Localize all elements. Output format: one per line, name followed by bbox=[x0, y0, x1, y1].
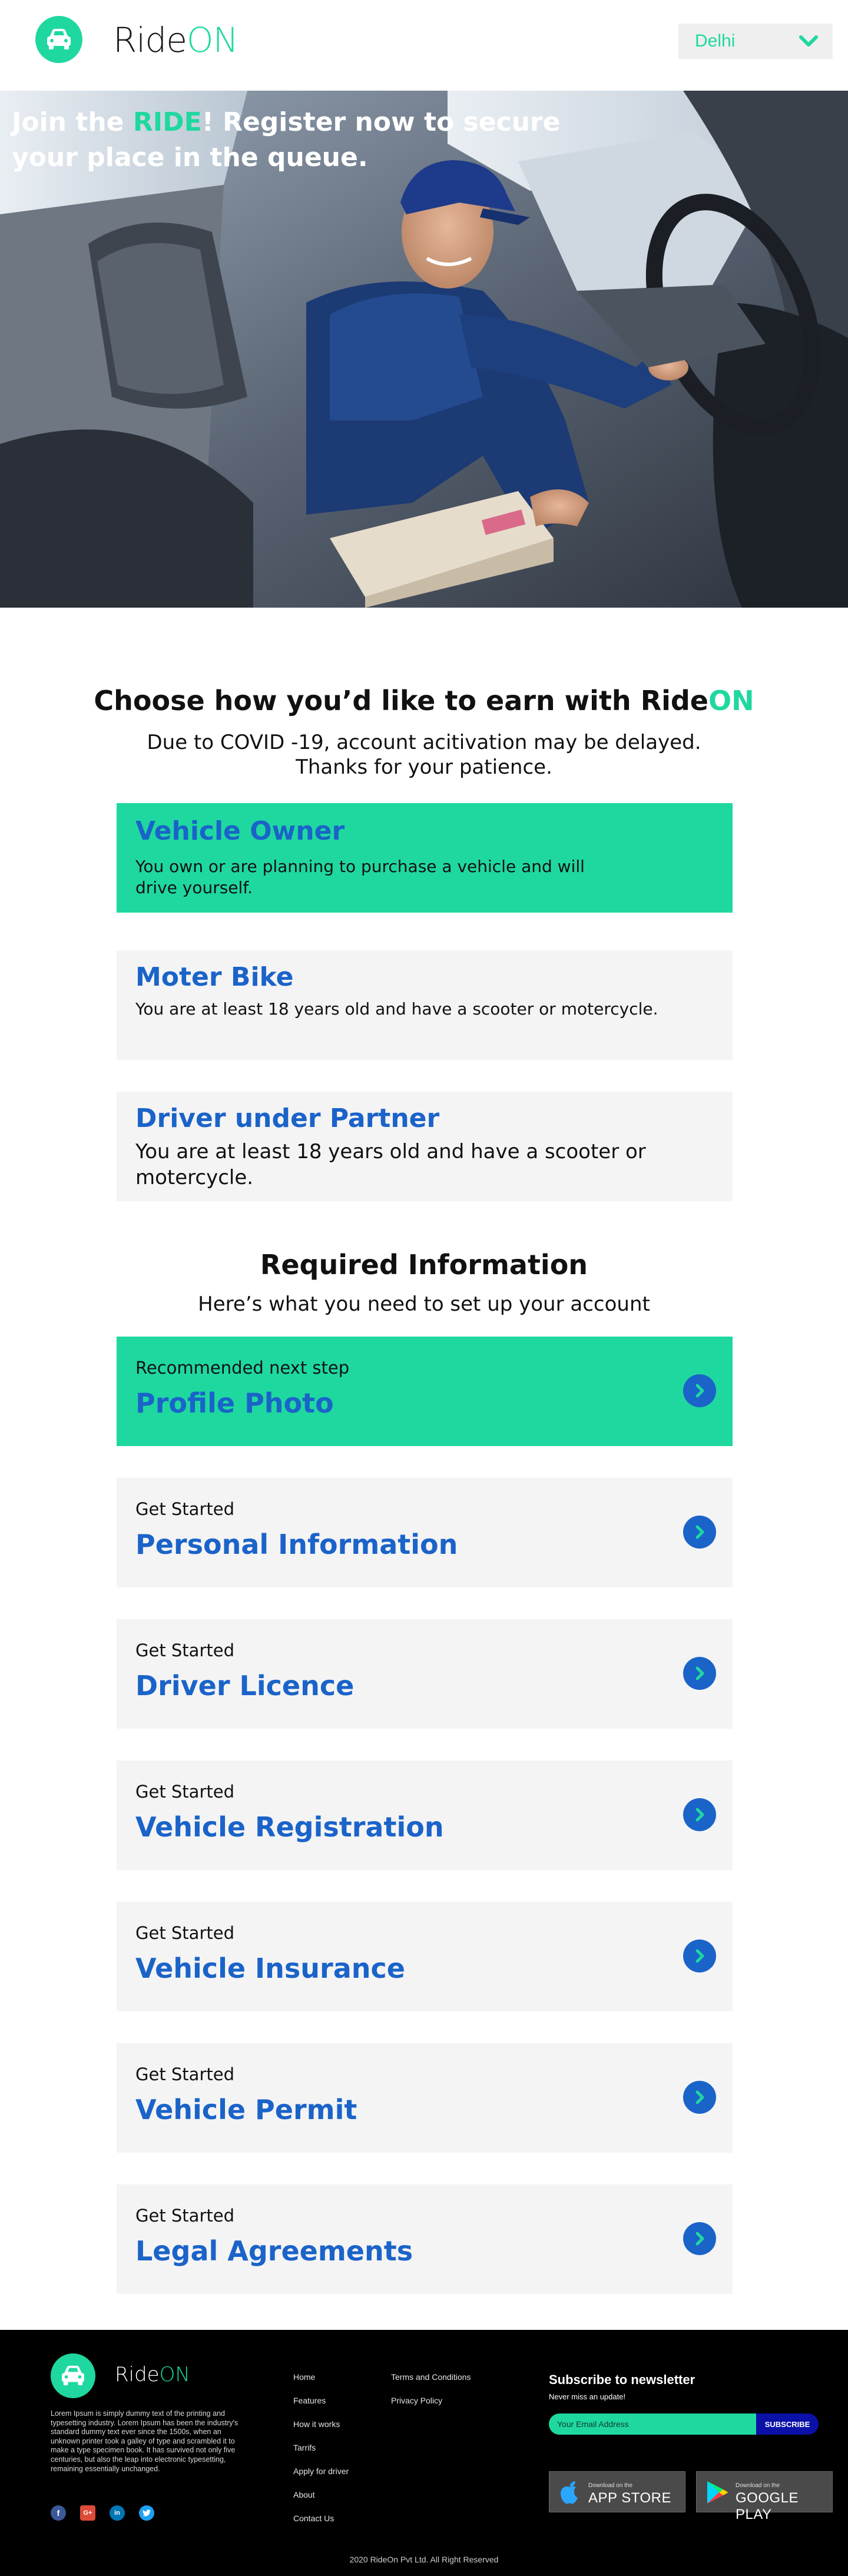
newsletter-subtitle: Never miss an update! bbox=[549, 2392, 626, 2401]
required-title: Required Information bbox=[260, 1249, 588, 1281]
step-label: Get Started bbox=[135, 1499, 234, 1519]
hero-title-accent: RIDE bbox=[132, 107, 202, 137]
site-footer: RideON Lorem Ipsum is simply dummy text … bbox=[0, 2330, 848, 2576]
google-play-big-text: GOOGLE PLAY bbox=[736, 2490, 799, 2522]
earn-option-title: Driver under Partner bbox=[135, 1103, 440, 1133]
step-vehicle-insurance[interactable]: Get Started Vehicle Insurance bbox=[117, 1902, 733, 2011]
subscribe-button[interactable]: SUBSCRIBE bbox=[756, 2413, 819, 2435]
earn-option-title: Moter Bike bbox=[135, 962, 294, 992]
footer-link-how-it-works[interactable]: How it works bbox=[293, 2419, 340, 2429]
app-store-small-text: Download on the bbox=[588, 2482, 633, 2489]
google-play-button[interactable]: Download on the GOOGLE PLAY bbox=[696, 2471, 833, 2522]
earn-option-driver-under-partner[interactable]: Driver under Partner You are at least 18… bbox=[117, 1092, 733, 1201]
newsletter-title: Subscribe to newsletter bbox=[549, 2372, 695, 2387]
chevron-right-icon[interactable] bbox=[683, 1374, 716, 1407]
step-title: Personal Information bbox=[135, 1529, 458, 1560]
chevron-down-icon bbox=[799, 35, 818, 47]
footer-link-tarrifs[interactable]: Tarrifs bbox=[293, 2443, 316, 2452]
earn-title-prefix: Choose how you’d like to earn with Ride bbox=[94, 685, 709, 717]
app-store-big-text: APP STORE bbox=[588, 2490, 671, 2506]
step-label: Get Started bbox=[135, 2064, 234, 2084]
footer-link-home[interactable]: Home bbox=[293, 2372, 315, 2382]
twitter-icon[interactable] bbox=[139, 2505, 154, 2521]
step-title: Legal Agreements bbox=[135, 2235, 413, 2267]
step-profile-photo[interactable]: Recommended next step Profile Photo bbox=[117, 1337, 733, 1446]
step-label: Recommended next step bbox=[135, 1358, 350, 1378]
required-subtitle: Here’s what you need to set up your acco… bbox=[198, 1292, 650, 1316]
footer-link-about[interactable]: About bbox=[293, 2490, 315, 2499]
step-personal-information[interactable]: Get Started Personal Information bbox=[117, 1478, 733, 1587]
earn-option-title: Vehicle Owner bbox=[135, 816, 345, 846]
site-header: RideON Delhi bbox=[0, 0, 848, 91]
step-vehicle-permit[interactable]: Get Started Vehicle Permit bbox=[117, 2043, 733, 2153]
footer-link-terms[interactable]: Terms and Conditions bbox=[391, 2372, 471, 2382]
hero-banner: Join the RIDE! Register now to secure yo… bbox=[0, 91, 848, 608]
hero-title-part1: Join the bbox=[12, 107, 133, 137]
step-title: Driver Licence bbox=[135, 1670, 355, 1702]
step-title: Vehicle Registration bbox=[135, 1811, 444, 1843]
brand-name[interactable]: RideON bbox=[113, 21, 238, 59]
brand-prefix: Ride bbox=[113, 20, 187, 60]
step-title: Profile Photo bbox=[135, 1387, 334, 1419]
earn-title-accent: ON bbox=[708, 685, 754, 717]
earn-subtitle-line1: Due to COVID -19, account acitivation ma… bbox=[147, 731, 701, 754]
footer-brand-suffix: ON bbox=[159, 2363, 190, 2386]
copyright-text: 2020 RideOn Pvt Ltd. All Right Reserved bbox=[349, 2555, 499, 2564]
city-selected-value: Delhi bbox=[695, 31, 736, 51]
step-label: Get Started bbox=[135, 1640, 234, 1660]
hero-title: Join the RIDE! Register now to secure yo… bbox=[12, 105, 612, 175]
step-label: Get Started bbox=[135, 1782, 234, 1802]
chevron-right-icon[interactable] bbox=[683, 2222, 716, 2255]
city-select[interactable]: Delhi bbox=[678, 24, 833, 59]
car-logo-icon[interactable] bbox=[35, 16, 82, 63]
footer-link-privacy[interactable]: Privacy Policy bbox=[391, 2396, 442, 2405]
footer-link-features[interactable]: Features bbox=[293, 2396, 326, 2405]
app-store-button[interactable]: Download on the APP STORE bbox=[549, 2471, 685, 2512]
chevron-right-icon[interactable] bbox=[683, 1516, 716, 1549]
step-vehicle-registration[interactable]: Get Started Vehicle Registration bbox=[117, 1761, 733, 1870]
facebook-icon[interactable]: f bbox=[51, 2505, 66, 2521]
step-label: Get Started bbox=[135, 1923, 234, 1943]
earn-option-vehicle-owner[interactable]: Vehicle Owner You own or are planning to… bbox=[117, 803, 733, 913]
footer-link-apply-for-driver[interactable]: Apply for driver bbox=[293, 2466, 349, 2476]
step-label: Get Started bbox=[135, 2206, 234, 2226]
footer-about-text: Lorem Ipsum is simply dummy text of the … bbox=[51, 2409, 238, 2473]
footer-link-contact-us[interactable]: Contact Us bbox=[293, 2514, 334, 2523]
step-title: Vehicle Insurance bbox=[135, 1952, 405, 1984]
earn-option-moter-bike[interactable]: Moter Bike You are at least 18 years old… bbox=[117, 950, 733, 1060]
google-plus-icon[interactable]: G+ bbox=[80, 2505, 95, 2521]
earn-subtitle-line2: Thanks for your patience. bbox=[296, 755, 552, 779]
earn-title: Choose how you’d like to earn with RideO… bbox=[0, 684, 848, 717]
step-driver-licence[interactable]: Get Started Driver Licence bbox=[117, 1619, 733, 1729]
apple-icon bbox=[561, 2481, 578, 2504]
brand-suffix: ON bbox=[186, 20, 238, 60]
earn-subtitle: Due to COVID -19, account acitivation ma… bbox=[0, 730, 848, 780]
google-play-icon bbox=[707, 2481, 728, 2504]
newsletter-email-input[interactable] bbox=[549, 2413, 756, 2435]
footer-brand-name[interactable]: RideON bbox=[115, 2363, 190, 2386]
chevron-right-icon[interactable] bbox=[683, 2081, 716, 2114]
chevron-right-icon[interactable] bbox=[683, 1940, 716, 1972]
earn-option-desc: You are at least 18 years old and have a… bbox=[135, 1140, 646, 1189]
car-logo-icon[interactable] bbox=[51, 2353, 95, 2398]
earn-option-desc: You own or are planning to purchase a ve… bbox=[135, 857, 585, 897]
google-play-small-text: Download on the bbox=[736, 2482, 780, 2489]
linkedin-icon[interactable]: in bbox=[110, 2505, 125, 2521]
chevron-right-icon[interactable] bbox=[683, 1798, 716, 1831]
chevron-right-icon[interactable] bbox=[683, 1657, 716, 1690]
step-legal-agreements[interactable]: Get Started Legal Agreements bbox=[117, 2184, 733, 2294]
earn-option-desc: You are at least 18 years old and have a… bbox=[135, 999, 658, 1019]
step-title: Vehicle Permit bbox=[135, 2094, 357, 2126]
footer-brand-prefix: Ride bbox=[115, 2363, 160, 2386]
